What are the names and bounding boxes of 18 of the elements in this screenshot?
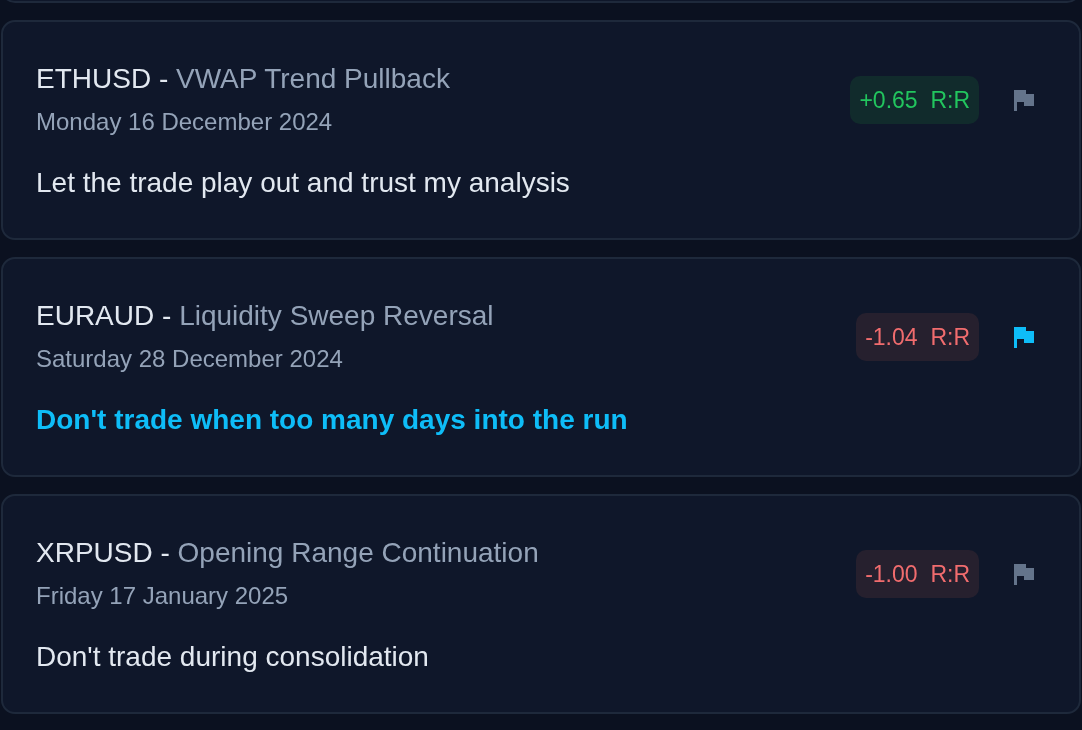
trade-date: Friday 17 January 2025 — [36, 581, 290, 611]
flag-icon[interactable] — [1013, 89, 1035, 111]
trade-title: ETHUSD - VWAP Trend Pullback — [36, 62, 451, 96]
trade-date: Monday 16 December 2024 — [36, 107, 334, 137]
trade-title: XRPUSD - Opening Range Continuation — [36, 536, 540, 570]
flag-icon[interactable] — [1013, 563, 1035, 585]
trade-note: Don't trade when too many days into the run — [36, 403, 629, 437]
trade-note: Don't trade during consolidation — [36, 640, 430, 674]
trade-card[interactable]: XRPUSD - Opening Range Continuation Friday 17 January 2025 Don't trade during consolidation -1.00 R:R — [1, 494, 1081, 714]
trade-title: EURAUD - Liquidity Sweep Reversal — [36, 299, 495, 333]
trade-card[interactable]: ETHUSD - VWAP Trend Pullback Monday 16 December 2024 Let the trade play out and trust my analysis +0.65 R:R — [1, 20, 1081, 240]
risk-reward-badge: +0.65 R:R — [850, 76, 979, 124]
trade-card[interactable]: EURAUD - Liquidity Sweep Reversal Saturday 28 December 2024 Don't trade when too many days into the run -1.04 R:R — [1, 257, 1081, 477]
risk-reward-badge: -1.04 R:R — [856, 313, 979, 361]
flag-icon[interactable] — [1013, 326, 1035, 348]
risk-reward-badge: -1.00 R:R — [856, 550, 979, 598]
trade-note: Let the trade play out and trust my analysis — [36, 166, 571, 200]
trade-date: Saturday 28 December 2024 — [36, 344, 344, 374]
